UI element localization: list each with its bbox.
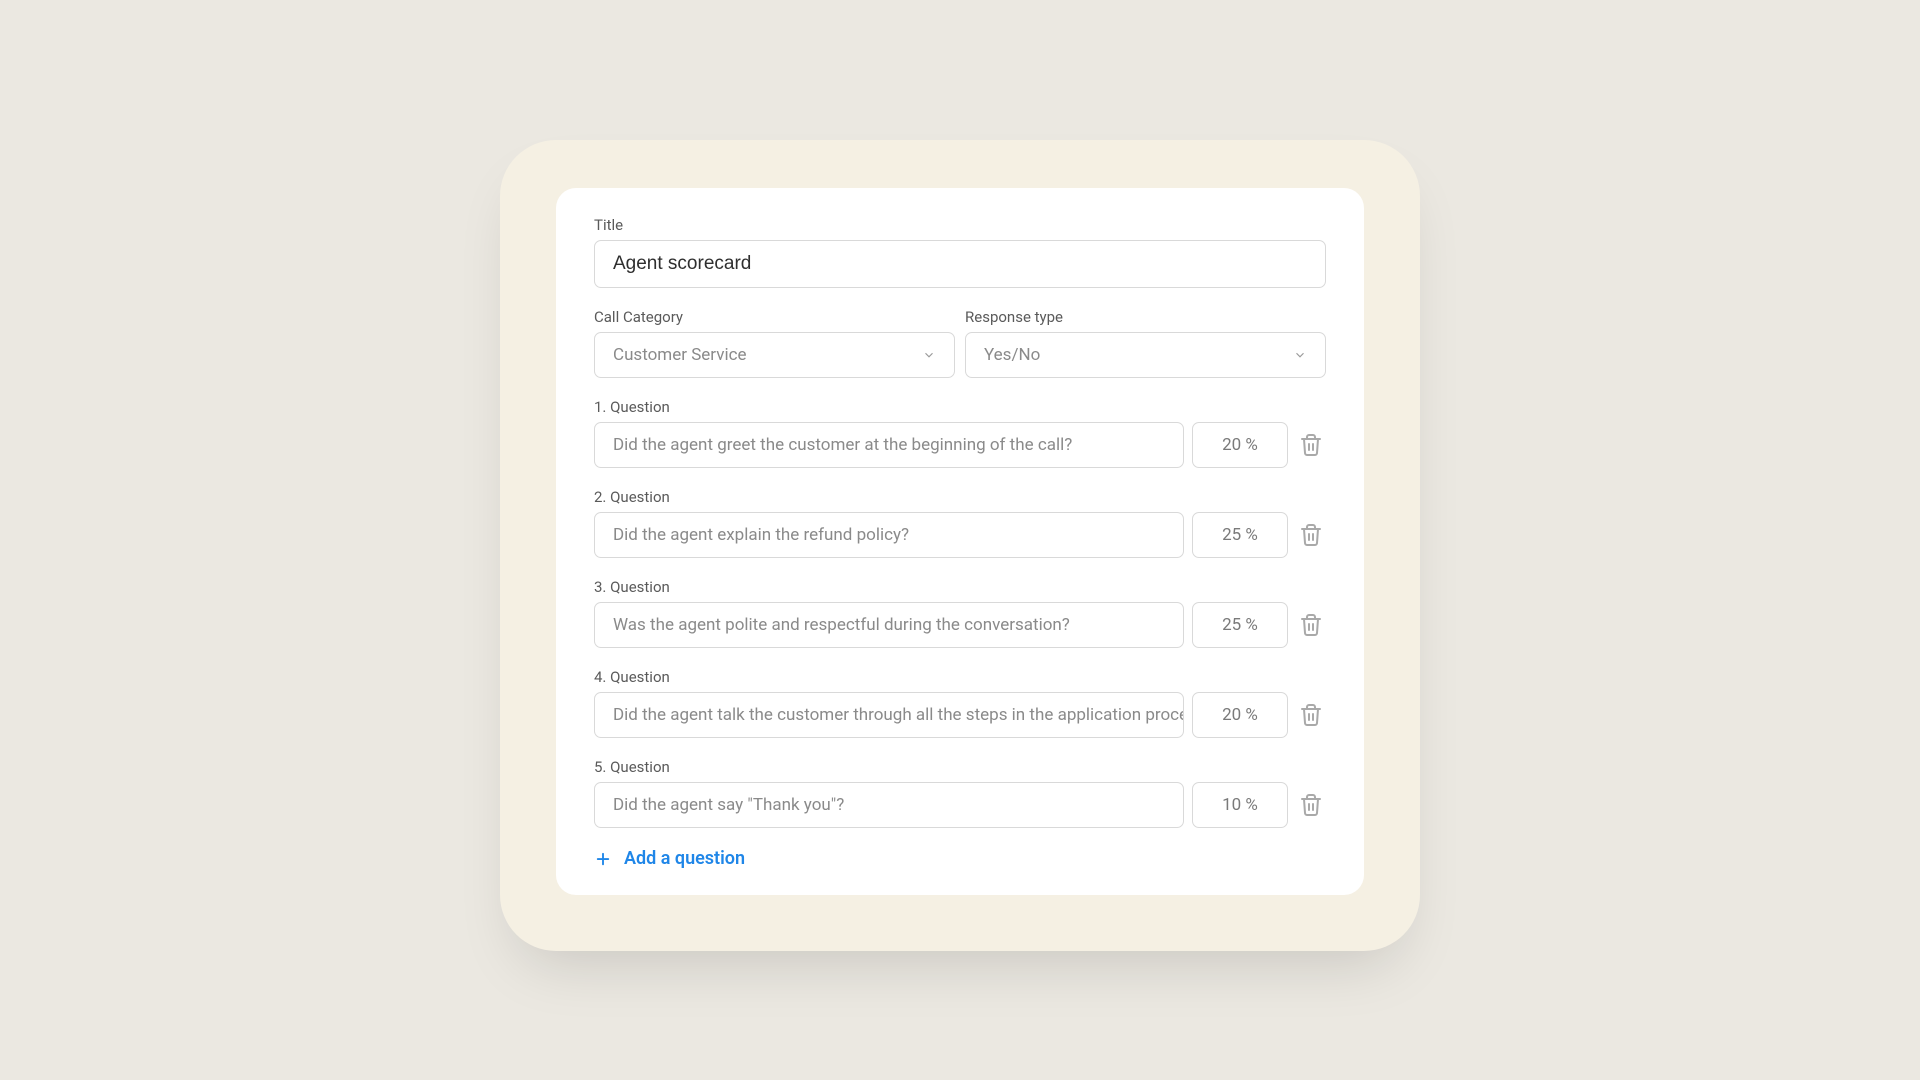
question-text-input[interactable]: Did the agent talk the customer through …: [594, 692, 1184, 738]
question-weight-input[interactable]: 20 %: [1192, 422, 1288, 468]
question-text-input[interactable]: Did the agent greet the customer at the …: [594, 422, 1184, 468]
question-text-input[interactable]: Did the agent say "Thank you"?: [594, 782, 1184, 828]
category-response-row: Call Category Customer Service Response …: [594, 308, 1326, 378]
question-weight-input[interactable]: 25 %: [1192, 602, 1288, 648]
delete-question-button[interactable]: [1296, 430, 1326, 460]
plus-icon: [594, 850, 612, 868]
question-text-input[interactable]: Did the agent explain the refund policy?: [594, 512, 1184, 558]
question-row: Did the agent say "Thank you"?10 %: [594, 782, 1326, 828]
trash-icon: [1299, 433, 1323, 457]
trash-icon: [1299, 703, 1323, 727]
response-type-col: Response type Yes/No: [965, 308, 1326, 378]
question-block: 1. Question Did the agent greet the custo…: [594, 398, 1326, 468]
delete-question-button[interactable]: [1296, 610, 1326, 640]
response-type-label: Response type: [965, 308, 1326, 326]
call-category-label: Call Category: [594, 308, 955, 326]
scorecard-form: Title Call Category Customer Service Res…: [556, 188, 1364, 895]
question-row: Was the agent polite and respectful duri…: [594, 602, 1326, 648]
question-label: 1. Question: [594, 398, 1326, 416]
question-label: 3. Question: [594, 578, 1326, 596]
question-text-input[interactable]: Was the agent polite and respectful duri…: [594, 602, 1184, 648]
call-category-select[interactable]: Customer Service: [594, 332, 955, 378]
question-weight-input[interactable]: 25 %: [1192, 512, 1288, 558]
delete-question-button[interactable]: [1296, 520, 1326, 550]
add-question-button[interactable]: Add a question: [594, 848, 1326, 869]
question-row: Did the agent greet the customer at the …: [594, 422, 1326, 468]
question-row: Did the agent talk the customer through …: [594, 692, 1326, 738]
question-block: 3. Question Was the agent polite and resp…: [594, 578, 1326, 648]
trash-icon: [1299, 613, 1323, 637]
question-label: 4. Question: [594, 668, 1326, 686]
trash-icon: [1299, 523, 1323, 547]
trash-icon: [1299, 793, 1323, 817]
question-weight-input[interactable]: 10 %: [1192, 782, 1288, 828]
title-input[interactable]: [594, 240, 1326, 288]
chevron-down-icon: [922, 348, 936, 362]
response-type-value: Yes/No: [984, 345, 1293, 365]
question-block: 2. Question Did the agent explain the ref…: [594, 488, 1326, 558]
delete-question-button[interactable]: [1296, 790, 1326, 820]
question-block: 5. Question Did the agent say "Thank you"…: [594, 758, 1326, 828]
chevron-down-icon: [1293, 348, 1307, 362]
delete-question-button[interactable]: [1296, 700, 1326, 730]
add-question-label: Add a question: [624, 848, 745, 869]
response-type-select[interactable]: Yes/No: [965, 332, 1326, 378]
call-category-col: Call Category Customer Service: [594, 308, 955, 378]
title-label: Title: [594, 216, 1326, 234]
question-row: Did the agent explain the refund policy?…: [594, 512, 1326, 558]
question-label: 2. Question: [594, 488, 1326, 506]
call-category-value: Customer Service: [613, 345, 922, 365]
question-block: 4. Question Did the agent talk the custom…: [594, 668, 1326, 738]
outer-card: Title Call Category Customer Service Res…: [500, 140, 1420, 951]
question-weight-input[interactable]: 20 %: [1192, 692, 1288, 738]
question-label: 5. Question: [594, 758, 1326, 776]
